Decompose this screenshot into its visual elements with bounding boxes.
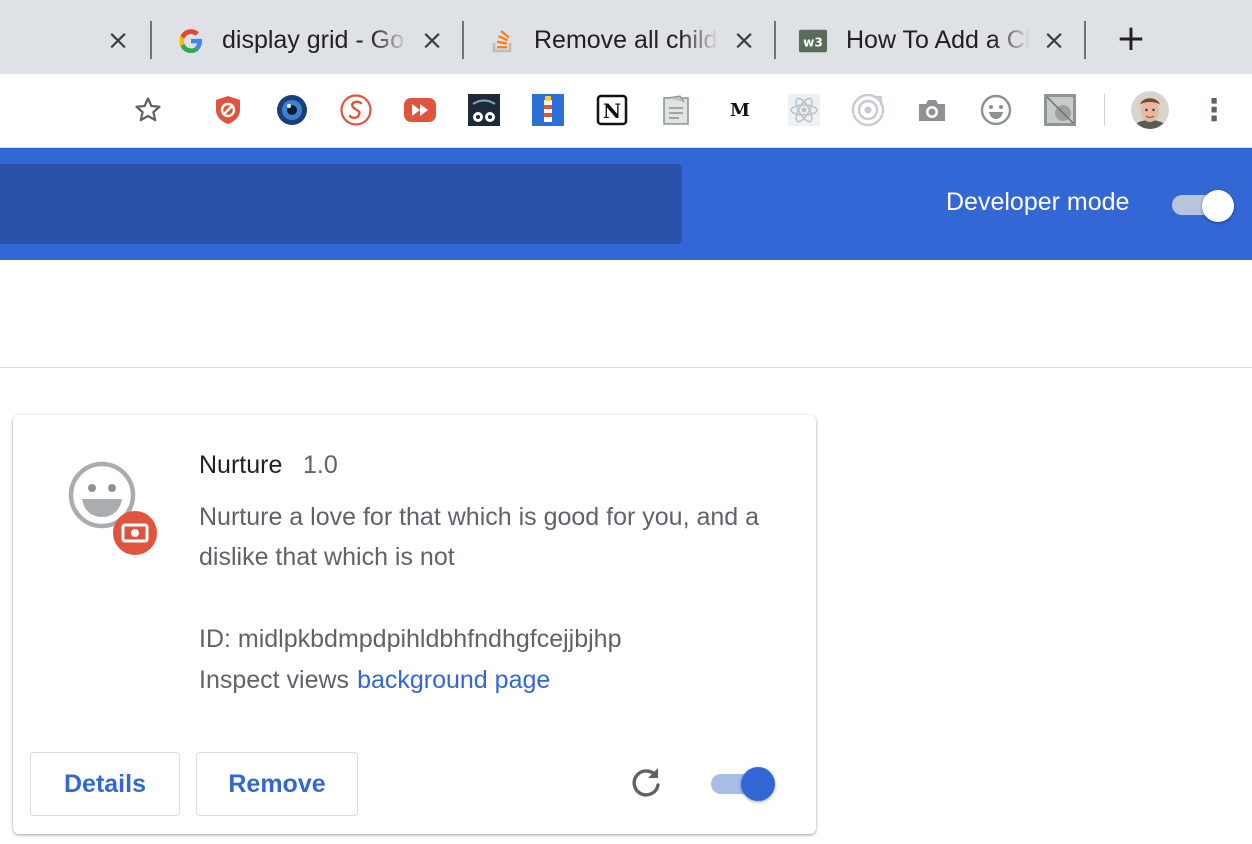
- developer-toolbar-area: [0, 260, 1252, 368]
- extension-name: Nurture: [199, 451, 283, 479]
- lighthouse-icon[interactable]: [530, 92, 566, 128]
- ublock-icon[interactable]: [210, 92, 246, 128]
- tab-close-button[interactable]: ×: [1040, 26, 1068, 54]
- tab-title: How To Add a Ch: [846, 26, 1030, 54]
- browser-toolbar: N M ⋮: [0, 74, 1252, 148]
- extension-version: 1.0: [303, 451, 338, 479]
- details-button[interactable]: Details: [30, 752, 180, 816]
- tab-close-button[interactable]: ×: [730, 26, 758, 54]
- tab-separator: [774, 21, 776, 59]
- tab-close-button[interactable]: ×: [418, 26, 446, 54]
- tab-title: Remove all child: [534, 26, 718, 54]
- google-g-icon: [179, 29, 202, 53]
- cartoon-extension-icon[interactable]: [466, 92, 502, 128]
- svg-text:N: N: [603, 99, 621, 123]
- toggle-knob: [741, 767, 775, 801]
- medium-icon[interactable]: M: [722, 92, 758, 128]
- extension-card: Nurture 1.0 Nurture a love for that whic…: [13, 415, 816, 834]
- inspect-views: Inspect views background page: [199, 666, 550, 695]
- tab-separator: [1084, 21, 1086, 59]
- developer-mode-toggle[interactable]: [1172, 190, 1234, 222]
- toggle-knob: [1202, 190, 1234, 222]
- star-icon[interactable]: [130, 92, 166, 128]
- grid-extension-icon[interactable]: [1042, 92, 1078, 128]
- toolbar-divider: [1104, 94, 1105, 126]
- developer-mode-label: Developer mode: [946, 188, 1130, 216]
- nurture-extension-icon: [68, 461, 157, 555]
- eye-extension-icon[interactable]: [274, 92, 310, 128]
- extension-enabled-toggle[interactable]: [711, 767, 775, 801]
- extensions-header: Developer mode: [0, 148, 1252, 260]
- search-extensions-input[interactable]: [0, 164, 682, 244]
- scribble-extension-icon[interactable]: [338, 92, 374, 128]
- tab-close-button[interactable]: ×: [104, 26, 132, 54]
- extension-description: Nurture a love for that which is good fo…: [199, 503, 760, 571]
- new-tab-button[interactable]: +: [1115, 21, 1147, 57]
- notion-icon[interactable]: N: [594, 92, 630, 128]
- camera-icon[interactable]: [914, 92, 950, 128]
- background-page-link[interactable]: background page: [357, 666, 550, 694]
- video-speed-icon[interactable]: [402, 92, 438, 128]
- svg-text:w3: w3: [803, 36, 823, 50]
- target-extension-icon[interactable]: [850, 92, 886, 128]
- smiley-extension-icon[interactable]: [978, 92, 1014, 128]
- inspect-views-label: Inspect views: [199, 666, 350, 694]
- avatar[interactable]: [1130, 90, 1170, 130]
- menu-icon[interactable]: ⋮: [1196, 92, 1232, 128]
- tab-strip: × display grid - Go × Remove all child ×…: [0, 0, 1252, 74]
- tab-separator: [462, 21, 464, 59]
- stackoverflow-icon: [492, 30, 512, 53]
- tab-separator: [150, 21, 152, 59]
- w3schools-icon: w3: [798, 29, 828, 53]
- tab-title: display grid - Go: [222, 26, 405, 54]
- remove-button[interactable]: Remove: [196, 752, 358, 816]
- reload-icon[interactable]: [629, 765, 663, 801]
- note-extension-icon[interactable]: [658, 92, 694, 128]
- react-devtools-icon[interactable]: [786, 92, 822, 128]
- extension-id: ID: midlpkbdmpdpihldbhfndhgfcejjbjhp: [199, 625, 622, 653]
